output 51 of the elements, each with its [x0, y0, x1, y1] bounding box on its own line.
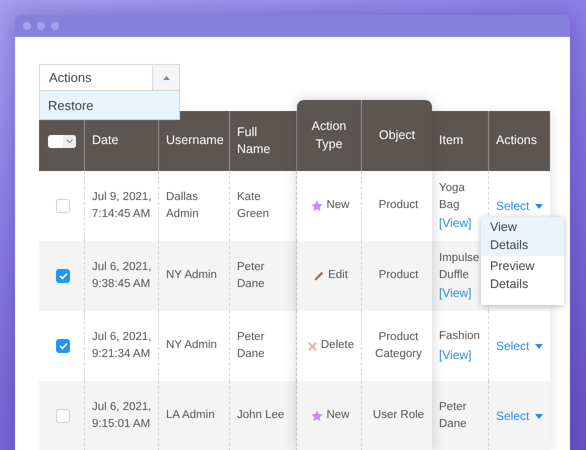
username-text: Dallas Admin: [166, 190, 200, 222]
full-name-text: Peter Dane: [237, 260, 266, 292]
action-type-text: New: [326, 408, 350, 424]
chevron-down-icon: [66, 139, 73, 143]
username-text: LA Admin: [166, 408, 215, 424]
item-text: Fashion: [439, 329, 480, 344]
pencil-icon: [313, 270, 326, 282]
menu-option[interactable]: View Details: [481, 217, 564, 256]
check-icon: [58, 342, 68, 350]
row-checkbox[interactable]: [56, 199, 70, 213]
star-icon: [311, 200, 324, 212]
caret-down-icon: [535, 204, 544, 208]
caret-icon: [162, 76, 170, 80]
column-header[interactable]: Object: [362, 100, 432, 171]
object-text: Product Category: [374, 330, 423, 362]
view-link[interactable]: [View]: [439, 214, 484, 232]
row-checkbox[interactable]: [56, 339, 70, 353]
full-name-text: Peter Dane: [237, 330, 266, 362]
object-text: Product: [378, 198, 418, 214]
date-text: Jul 6, 2021, 9:15:01 AM: [92, 400, 152, 432]
full-name-text: John Lee: [237, 408, 284, 424]
menu-option[interactable]: Restore: [40, 91, 179, 119]
row-checkbox[interactable]: [56, 269, 70, 283]
item-text: Peter Dane: [439, 400, 468, 432]
caret-down-icon: [535, 344, 544, 348]
item-text: Yoga Bag: [439, 180, 466, 213]
window-dot[interactable]: [51, 22, 59, 30]
cross-icon: [306, 340, 318, 352]
star-icon: [311, 410, 324, 422]
item-text: Impulse Duffle: [439, 250, 480, 283]
object-text: User Role: [372, 408, 424, 424]
action-type-text: Delete: [320, 338, 354, 354]
action-type-text: Edit: [328, 268, 348, 284]
date-text: Jul 6, 2021, 9:21:34 AM: [92, 330, 152, 362]
date-text: Jul 9, 2021, 7:14:45 AM: [92, 190, 152, 222]
date-text: Jul 6, 2021, 9:38:45 AM: [92, 260, 152, 292]
select-all-checkbox[interactable]: [48, 134, 76, 148]
check-icon: [58, 272, 68, 280]
view-link[interactable]: [View]: [439, 346, 480, 364]
full-name-text: Kate Green: [237, 190, 270, 222]
action-type-text: New: [326, 198, 350, 214]
window-dot[interactable]: [37, 22, 45, 30]
actions-select[interactable]: Actions: [39, 64, 180, 91]
username-text: NY Admin: [166, 268, 217, 284]
object-text: Product: [378, 268, 418, 284]
window-dot[interactable]: [23, 22, 31, 30]
row-checkbox[interactable]: [56, 409, 70, 423]
menu-option[interactable]: Preview Details: [481, 256, 564, 295]
column-header[interactable]: Actions: [489, 111, 550, 171]
username-text: NY Admin: [166, 338, 217, 354]
caret-down-icon: [535, 414, 544, 418]
